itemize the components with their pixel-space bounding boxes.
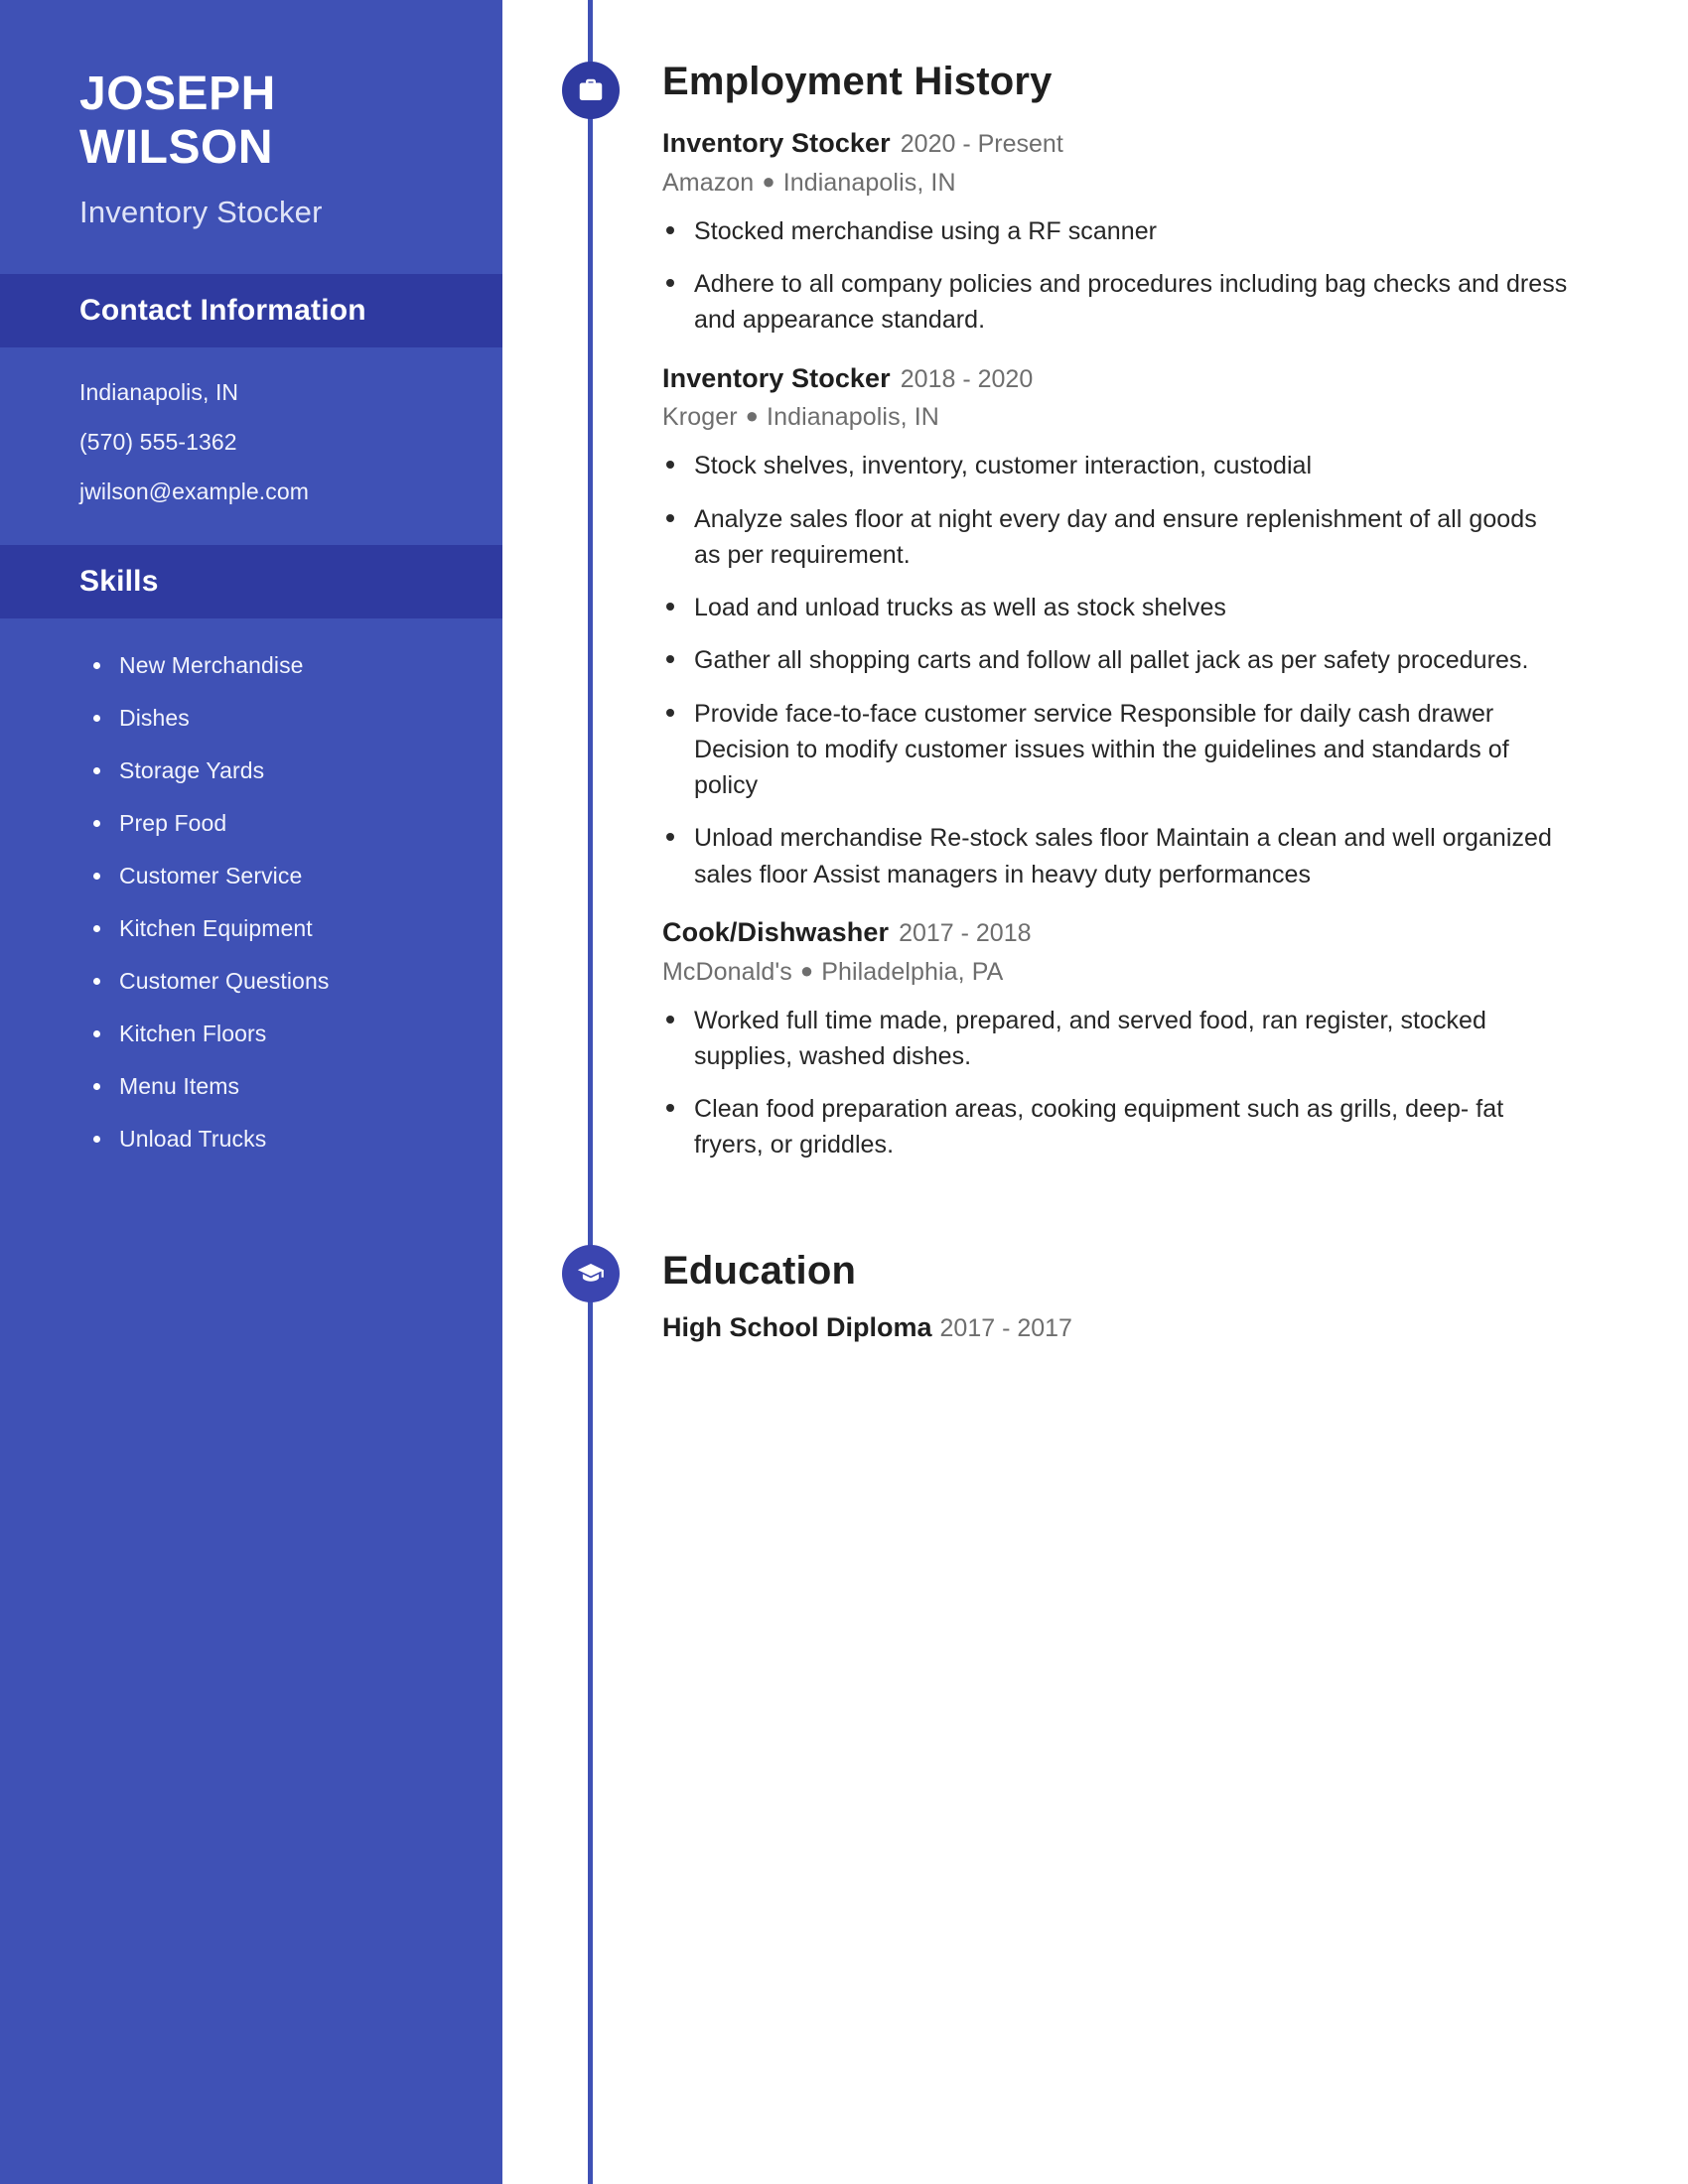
- job-location: Indianapolis, IN: [782, 168, 956, 197]
- education-title: Education: [662, 1248, 857, 1293]
- list-item: Storage Yards: [91, 757, 502, 784]
- list-item: New Merchandise: [91, 652, 502, 679]
- job-entry: Inventory Stocker 2018 - 2020 Kroger ● Indi…: [662, 362, 1569, 892]
- job-dates: 2018 - 2020: [900, 364, 1034, 393]
- job-meta: McDonald's ● Philadelphia, PA: [662, 958, 1569, 987]
- list-item: Unload merchandise Re-stock sales floor …: [662, 820, 1569, 892]
- job-dates: 2020 - Present: [900, 130, 1063, 158]
- job-role: Cook/Dishwasher: [662, 916, 890, 947]
- job-meta: Amazon ● Indianapolis, IN: [662, 169, 1569, 198]
- resume-page: JOSEPH WILSON Inventory Stocker Contact …: [0, 0, 1688, 2184]
- contact-phone[interactable]: (570) 555-1362: [79, 430, 502, 454]
- list-item: Kitchen Equipment: [91, 915, 502, 942]
- education-body: Education High School Diploma 2017 - 2017: [502, 1251, 1688, 1343]
- list-item: Provide face-to-face customer service Re…: [662, 696, 1569, 804]
- sidebar: JOSEPH WILSON Inventory Stocker Contact …: [0, 0, 502, 2184]
- list-item: Dishes: [91, 705, 502, 732]
- last-name: WILSON: [79, 120, 273, 174]
- list-item: Unload Trucks: [91, 1126, 502, 1153]
- job-bullets: Worked full time made, prepared, and ser…: [662, 1003, 1569, 1163]
- job-meta: Kroger ● Indianapolis, IN: [662, 403, 1569, 432]
- job-bullets: Stocked merchandise using a RF scanner A…: [662, 213, 1569, 339]
- list-item: Stock shelves, inventory, customer inter…: [662, 448, 1569, 483]
- list-item: Kitchen Floors: [91, 1021, 502, 1047]
- contact-email[interactable]: jwilson@example.com: [79, 479, 502, 503]
- job-role: Inventory Stocker: [662, 362, 891, 393]
- list-item: Customer Questions: [91, 968, 502, 995]
- job-heading: Cook/Dishwasher 2017 - 2018: [662, 916, 1569, 950]
- list-item: Load and unload trucks as well as stock …: [662, 590, 1569, 625]
- job-heading: Inventory Stocker 2020 - Present: [662, 127, 1569, 161]
- job-dates: 2017 - 2018: [899, 918, 1032, 947]
- first-name: JOSEPH: [79, 68, 276, 120]
- list-item: Worked full time made, prepared, and ser…: [662, 1003, 1569, 1075]
- education-section: Education High School Diploma 2017 - 2017: [502, 1244, 1688, 1343]
- employment-history-section: Employment History Inventory Stocker 2020…: [502, 0, 1688, 1163]
- list-item: Adhere to all company policies and proce…: [662, 266, 1569, 339]
- education-dates: 2017 - 2017: [939, 1313, 1072, 1342]
- contact-information-title: Contact Information: [79, 293, 366, 327]
- contact-list: Indianapolis, IN (570) 555-1362 jwilson@…: [0, 347, 502, 503]
- list-item: Analyze sales floor at night every day a…: [662, 501, 1569, 574]
- list-item: Customer Service: [91, 863, 502, 889]
- contact-location: Indianapolis, IN: [79, 378, 239, 405]
- job-location: Indianapolis, IN: [767, 403, 939, 432]
- list-item: Menu Items: [91, 1073, 502, 1100]
- briefcase-icon: [562, 62, 620, 119]
- job-location: Philadelphia, PA: [821, 957, 1004, 986]
- bullet-separator-icon: ●: [762, 168, 775, 194]
- list-item: Prep Food: [91, 810, 502, 837]
- job-entry: Inventory Stocker 2020 - Present Amazon ● I…: [662, 127, 1569, 339]
- bullet-separator-icon: ●: [745, 403, 760, 429]
- list-item: Clean food preparation areas, cooking eq…: [662, 1091, 1569, 1163]
- graduation-cap-icon: [562, 1244, 620, 1302]
- list-item: Gather all shopping carts and follow all…: [662, 642, 1569, 678]
- job-heading: Inventory Stocker 2018 - 2020: [662, 362, 1569, 396]
- job-company: Kroger: [662, 403, 738, 432]
- contact-information-header: Contact Information: [0, 273, 502, 347]
- skills-title: Skills: [79, 564, 159, 598]
- main-content: Employment History Inventory Stocker 2020…: [502, 0, 1688, 2184]
- skills-header: Skills: [0, 544, 502, 618]
- employment-history-body: Employment History Inventory Stocker 2020…: [502, 62, 1688, 1163]
- bullet-separator-icon: ●: [799, 957, 814, 983]
- page-title: Employment History: [662, 60, 1053, 103]
- skills-list: New Merchandise Dishes Storage Yards Pre…: [0, 618, 502, 1153]
- list-item: Stocked merchandise using a RF scanner: [662, 213, 1569, 249]
- headline-job-title: Inventory Stocker: [79, 194, 323, 229]
- job-role: Inventory Stocker: [662, 128, 891, 158]
- education-entry: High School Diploma 2017 - 2017: [662, 1312, 1569, 1343]
- name-block: JOSEPH WILSON Inventory Stocker: [0, 0, 502, 230]
- job-company: McDonald's: [662, 957, 792, 986]
- job-bullets: Stock shelves, inventory, customer inter…: [662, 448, 1569, 892]
- job-entry: Cook/Dishwasher 2017 - 2018 McDonald's ● Ph…: [662, 916, 1569, 1163]
- education-degree: High School Diploma: [662, 1311, 932, 1342]
- job-company: Amazon: [662, 168, 755, 197]
